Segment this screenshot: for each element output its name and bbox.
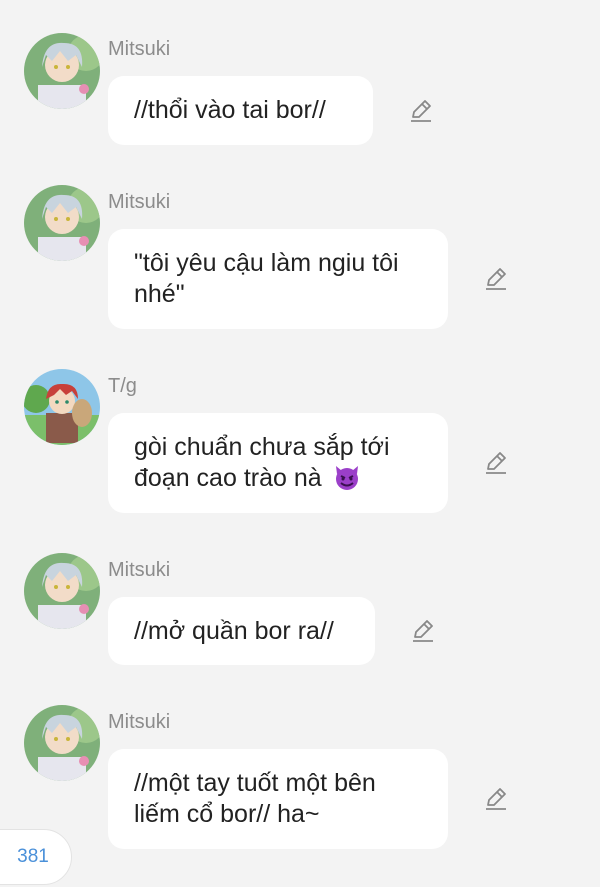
message-bubble[interactable]: //thổi vào tai bor//: [108, 76, 373, 145]
mitsuki-avatar[interactable]: [24, 33, 100, 109]
pencil-edit-icon[interactable]: [483, 786, 509, 812]
message-counter-badge[interactable]: 381: [0, 829, 72, 885]
pencil-edit-icon[interactable]: [483, 450, 509, 476]
sender-name: Mitsuki: [108, 559, 171, 581]
sender-name: Mitsuki: [108, 711, 171, 733]
message-bubble[interactable]: //một tay tuốt một bên liếm cổ bor// ha~: [108, 749, 448, 849]
message-bubble[interactable]: "tôi yêu cậu làm ngiu tôi nhé": [108, 229, 448, 329]
sender-name: Mitsuki: [108, 191, 171, 213]
sender-name: T/g: [108, 375, 137, 397]
smiling-devil-emoji: [333, 464, 361, 492]
message-text: //mở quần bor ra//: [134, 616, 334, 645]
message-text: gòi chuẩn chưa sắp tới đoạn cao trào nà: [134, 432, 422, 494]
mitsuki-avatar[interactable]: [24, 185, 100, 261]
message-text: //một tay tuốt một bên liếm cổ bor// ha~: [134, 769, 376, 828]
message-bubble[interactable]: gòi chuẩn chưa sắp tới đoạn cao trào nà: [108, 413, 448, 513]
mitsuki-avatar[interactable]: [24, 553, 100, 629]
gaara-avatar[interactable]: [24, 369, 100, 445]
mitsuki-avatar[interactable]: [24, 705, 100, 781]
message-text: "tôi yêu cậu làm ngiu tôi nhé": [134, 249, 399, 308]
sender-name: Mitsuki: [108, 38, 171, 60]
message-text: //thổi vào tai bor//: [134, 96, 326, 124]
pencil-edit-icon[interactable]: [483, 266, 509, 292]
pencil-edit-icon[interactable]: [410, 618, 436, 644]
message-bubble[interactable]: //mở quần bor ra//: [108, 597, 375, 665]
pencil-edit-icon[interactable]: [408, 98, 434, 124]
